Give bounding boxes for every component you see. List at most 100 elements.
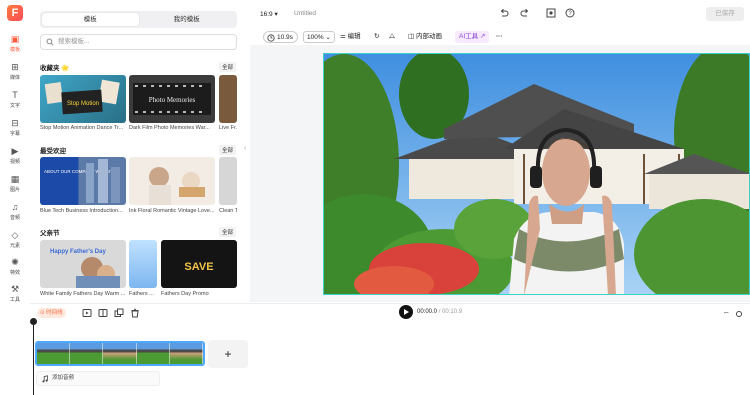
thumb-text: Happy Father's Day (50, 249, 106, 255)
image-icon: ▦ (10, 174, 20, 184)
template-thumb[interactable]: Stop Motion (40, 75, 126, 123)
duplicate-icon[interactable] (114, 308, 124, 318)
more-icon[interactable]: ··· (496, 31, 503, 43)
search-icon (46, 38, 54, 46)
clock-icon (267, 34, 275, 42)
rail-item-label: 元素 (9, 243, 20, 249)
preview-canvas[interactable] (323, 53, 750, 295)
current-time: 00:00.0 (417, 309, 438, 315)
section-all-button[interactable]: 全部 (219, 227, 237, 237)
delete-icon[interactable] (130, 308, 140, 318)
rail-item[interactable]: ✺ 特效 (0, 257, 30, 276)
aspect-ratio-select[interactable]: 16:9 ▾ (260, 10, 278, 18)
template-panel: 模板 我的模板 搜索模板... 收藏夹 🌟 全部 Stop Motion Pho… (30, 0, 245, 305)
template-thumb[interactable] (129, 157, 215, 205)
subtitle-icon: ⊟ (11, 118, 19, 128)
zoom-value: 100% (307, 34, 324, 41)
zoom-select[interactable]: 100% ⌄ (303, 31, 335, 43)
playhead-handle[interactable] (30, 318, 37, 325)
template-thumb[interactable] (219, 157, 237, 205)
thumb-text: SAVE (184, 261, 213, 273)
edit-toolbar: 10.9s 100% ⌄ ⚌ 编辑 ↻ ⧍ ◫ 内部动画 AI工具 ↗ ··· (258, 29, 750, 45)
preview-image (324, 54, 749, 294)
animation-button[interactable]: ◫ 内部动画 (408, 31, 442, 43)
template-thumb[interactable]: Photo Memories (129, 75, 215, 123)
app-logo[interactable]: F (7, 5, 23, 21)
section-title-favorites: 收藏夹 🌟 (40, 65, 70, 72)
media-icon: ⊞ (11, 62, 19, 72)
template-thumb[interactable]: Happy Father's Day (40, 240, 126, 288)
sliders-icon: ⚌ (340, 33, 346, 40)
section-title-fathers-day: 父亲节 (40, 230, 60, 237)
play-button[interactable] (399, 305, 413, 319)
rail-item-label: 特效 (9, 270, 20, 276)
template-caption: Clean T... (219, 208, 237, 214)
rail-item[interactable]: ◇ 元素 (0, 230, 30, 249)
section-all-button[interactable]: 全部 (219, 145, 237, 155)
section-title-popular: 最受欢迎 (40, 148, 66, 155)
flip-icon[interactable]: ⧍ (389, 31, 395, 43)
playback-time: 00:00.0 / 00:10.9 (417, 309, 462, 315)
animation-label: 内部动画 (415, 33, 442, 40)
audio-icon: ♫ (11, 202, 19, 212)
insert-icon[interactable] (82, 308, 92, 318)
rail-item[interactable]: ⚒ 工具 (0, 284, 30, 303)
undo-icon[interactable] (499, 8, 509, 18)
template-thumb[interactable] (129, 240, 157, 288)
save-status-button[interactable]: 已保存 (706, 7, 744, 21)
template-caption: Dark Film Photo Memories War... (129, 125, 210, 131)
redo-icon[interactable] (520, 8, 530, 18)
music-note-icon (42, 375, 48, 383)
rail-item[interactable]: ⊟ 字幕 (0, 118, 30, 137)
rail-item[interactable]: ⊞ 媒体 (0, 62, 30, 81)
video-icon: ▶ (11, 146, 19, 156)
rail-item[interactable]: ▶ 视频 (0, 146, 30, 165)
rail-item-label: 字幕 (9, 131, 20, 137)
video-clip[interactable] (35, 341, 205, 366)
timeline-chip[interactable]: ⊙ 时间线 (37, 308, 66, 318)
rail-item[interactable]: ♫ 音频 (0, 202, 30, 221)
search-input[interactable]: 搜索模板... (40, 34, 237, 50)
rail-item-label: 视频 (9, 159, 20, 165)
rail-item-label: 音频 (9, 215, 20, 221)
screenshot-icon[interactable] (546, 8, 556, 18)
zoom-slider[interactable] (736, 308, 746, 318)
zoom-slider-handle[interactable] (736, 311, 742, 317)
thumb-text: Stop Motion (67, 101, 99, 107)
add-clip-button[interactable]: + (208, 340, 248, 368)
tab-templates[interactable]: 模板 (42, 13, 139, 26)
template-thumb[interactable]: ABOUT OUR COMPANY WEBSITE (40, 157, 126, 205)
top-bar: 16:9 ▾ Untitled ? 已保存 (250, 0, 750, 28)
tools-icon: ⚒ (10, 284, 20, 294)
help-icon[interactable]: ? (565, 8, 575, 18)
effects-icon: ✺ (11, 257, 19, 267)
template-thumb[interactable] (219, 75, 237, 123)
zoom-out-icon[interactable]: – (724, 308, 734, 318)
timeline-chip-label: 时间线 (46, 310, 63, 316)
total-time: / 00:10.9 (438, 309, 463, 315)
rotate-icon[interactable]: ↻ (374, 31, 379, 43)
rail-item-label: 媒体 (9, 75, 20, 81)
add-audio-button[interactable]: 添加音频 (36, 371, 160, 386)
add-audio-label: 添加音频 (52, 375, 75, 381)
section-all-button[interactable]: 全部 (219, 62, 237, 72)
template-caption: Blue Tech Business Introduction... (40, 208, 123, 214)
rail-item[interactable]: T 文字 (0, 90, 30, 109)
template-caption: Fathers ... (129, 291, 154, 297)
template-thumb[interactable]: SAVE (161, 240, 237, 288)
thumb-text: Photo Memories (149, 96, 196, 104)
rail-item[interactable]: ▣ 模板 (0, 34, 30, 53)
duration-control[interactable]: 10.9s (263, 31, 298, 43)
edit-button[interactable]: ⚌ 编辑 (340, 31, 361, 43)
rail-item-label: 文字 (9, 103, 20, 109)
tab-my-templates[interactable]: 我的模板 (139, 13, 236, 26)
ai-tools-button[interactable]: AI工具 ↗ (455, 31, 490, 43)
playhead[interactable] (33, 318, 34, 395)
split-icon[interactable] (98, 308, 108, 318)
timeline-toolbar: ⊙ 时间线 00:00.0 / 00:10.9 – (30, 303, 750, 321)
template-caption: Ink Floral Romantic Vintage Love... (129, 208, 215, 214)
editor-app: F ▣ 模板 ⊞ 媒体 T 文字 ⊟ 字幕 ▶ 视频 ▦ 图片 ♫ 音频 ◇ 元素 ✺ 特效 ⚒ 工具 模板 我的模板… (0, 0, 750, 395)
preview-stage (250, 45, 750, 302)
rail-item[interactable]: ▦ 图片 (0, 174, 30, 193)
project-title[interactable]: Untitled (294, 10, 316, 17)
